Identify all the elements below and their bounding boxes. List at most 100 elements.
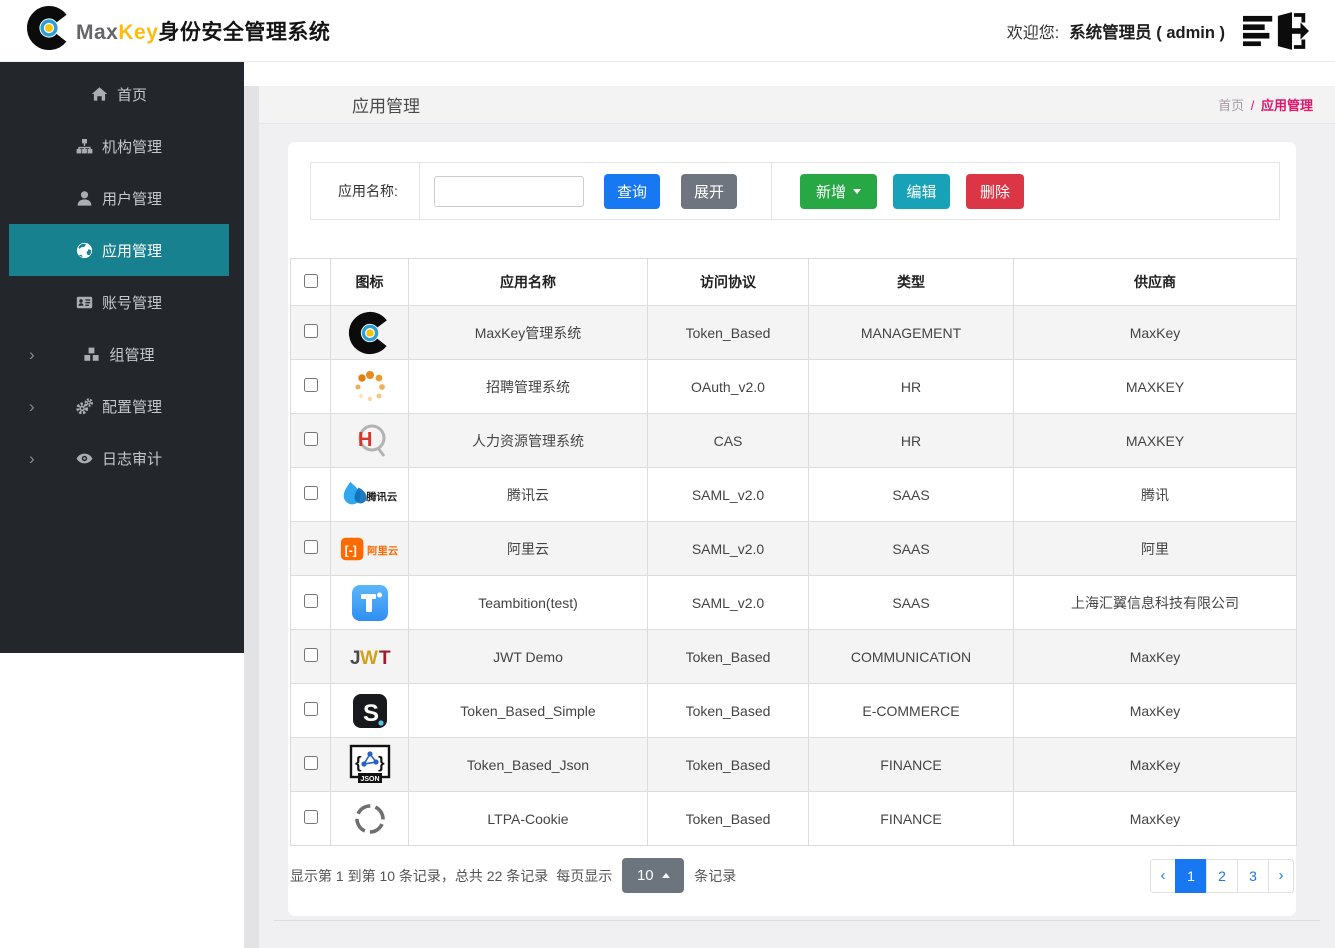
edit-button[interactable]: 编辑 [893,173,950,209]
sidebar-item-eye[interactable]: › 日志审计 [9,432,229,484]
title-bar: 应用管理 首页 / 应用管理 [259,86,1335,124]
s-app-icon: S [350,691,390,731]
vendor-cell: MAXKEY [1013,359,1297,414]
svg-text:阿里云: 阿里云 [367,545,398,557]
logout-icon[interactable] [1243,11,1309,50]
sidebar-item-home[interactable]: 首页 [9,68,229,120]
row-checkbox[interactable] [303,432,318,446]
sidebar-gutter [244,86,259,948]
row-checkbox[interactable] [303,810,318,824]
main-area: 应用管理 首页 / 应用管理 应用名称: 查询 展开 新增 编辑 删除 图标 应… [244,62,1335,948]
expand-button[interactable]: 展开 [681,173,737,209]
row-checkbox[interactable] [303,594,318,608]
table-row[interactable]: Teambition(test) SAML_v2.0 SAAS 上海汇翼信息科技有限公… [290,575,1297,630]
app-name-cell: 阿里云 [408,521,648,576]
delete-button[interactable]: 删除 [966,173,1024,209]
brand-key: Key [118,20,159,44]
row-select-cell [290,629,331,684]
add-button[interactable]: 新增 [800,173,877,209]
pagination-bar: 显示第 1 到第 10 条记录，总共 22 条记录 每页显示 10 条记录 ‹ 1… [290,846,1296,905]
row-checkbox[interactable] [303,540,318,554]
column-header: 类型 [808,258,1014,306]
vendor-cell: MaxKey [1013,791,1297,846]
vendor-cell: 阿里 [1013,521,1297,576]
protocol-cell: SAML_v2.0 [647,575,809,630]
sidebar-item-id-card[interactable]: 账号管理 [9,276,229,328]
category-cell: SAAS [808,521,1014,576]
app-name-cell: 招聘管理系统 [408,359,648,414]
gears-icon [76,397,93,415]
row-checkbox[interactable] [303,756,318,770]
hr-app-icon: H [349,420,391,462]
column-header: 访问协议 [647,258,809,306]
svg-text:腾讯云: 腾讯云 [365,490,397,503]
page-3-button[interactable]: 3 [1237,858,1269,893]
category-cell: FINANCE [808,791,1014,846]
row-select-cell [290,683,331,738]
row-select-cell [290,467,331,522]
breadcrumb-current: 应用管理 [1260,98,1313,113]
table-row[interactable]: MaxKey管理系统 Token_Based MANAGEMENT MaxKey [290,305,1297,360]
table-row[interactable]: 腾讯云 腾讯云 SAML_v2.0 SAAS 腾讯 [290,467,1297,522]
applications-table: 图标 应用名称 访问协议 类型 供应商 MaxKey管理系统 Token_Based MAN… [290,258,1297,846]
table-row[interactable]: [-] 阿里云 阿里云 SAML_v2.0 SAAS 阿里 [290,521,1297,576]
brand-suffix: 身份安全管理系统 [158,20,331,44]
row-select-cell [290,737,331,792]
table-header-row: 图标 应用名称 访问协议 类型 供应商 [290,258,1297,306]
table-row[interactable]: H 人力资源管理系统 CAS HR MAXKEY [290,413,1297,468]
vendor-cell: MaxKey [1013,305,1297,360]
chevron-right-icon: › [29,448,35,468]
protocol-cell: Token_Based [647,737,809,792]
sidebar-item-user[interactable]: 用户管理 [9,172,229,224]
maxkey-logo-icon [26,5,72,56]
page-title: 应用管理 [352,97,420,116]
tencent-cloud-icon: 腾讯云 [339,475,401,515]
app-icon-cell [330,575,409,630]
row-checkbox[interactable] [303,486,318,500]
toolbar-divider [771,163,772,219]
app-name-input[interactable] [434,175,584,207]
user-icon [76,190,93,207]
page-2-button[interactable]: 2 [1206,858,1238,893]
row-select-cell [290,575,331,630]
query-button[interactable]: 查询 [604,173,660,209]
sidebar-item-gears[interactable]: › 配置管理 [9,380,229,432]
table-row[interactable]: {} JSON Token_Based_Json Token_Based FINANCE… [290,737,1297,792]
table-row[interactable]: 招聘管理系统 OAuth_v2.0 HR MAXKEY [290,359,1297,414]
next-page-button[interactable]: › [1268,858,1294,893]
sidebar-item-cubes[interactable]: › 组管理 [9,328,229,380]
app-name-cell: 人力资源管理系统 [408,413,648,468]
row-select-cell [290,305,331,360]
app-management-card: 应用名称: 查询 展开 新增 编辑 删除 图标 应用名称 访问协议 类型 供应商… [288,142,1297,916]
row-checkbox[interactable] [303,702,318,716]
sidebar-item-label: 日志审计 [101,450,162,468]
breadcrumb-separator: / [1250,98,1255,113]
select-all-checkbox[interactable] [303,273,318,288]
brand: MaxKey身份安全管理系统 [26,5,330,56]
protocol-cell: Token_Based [647,791,809,846]
breadcrumb-home-link[interactable]: 首页 [1218,98,1244,113]
svg-text:{: { [355,753,362,772]
vendor-cell: MaxKey [1013,629,1297,684]
sidebar-item-globe[interactable]: 应用管理 [9,224,229,276]
table-row[interactable]: LTPA-Cookie Token_Based FINANCE MaxKey [290,791,1297,846]
eye-icon [76,450,93,467]
app-icon-cell [330,305,409,360]
app-header: MaxKey身份安全管理系统 欢迎您: 系统管理员 ( admin ) [0,0,1335,62]
page-1-button[interactable]: 1 [1175,858,1207,893]
row-checkbox[interactable] [303,648,318,662]
svg-text:S: S [363,700,379,727]
table-row[interactable]: J W T JWT Demo Token_Based COMMUNICATION MaxKe… [290,629,1297,684]
app-name-cell: 腾讯云 [408,467,648,522]
welcome-label: 欢迎您: [1006,24,1060,42]
table-row[interactable]: S Token_Based_Simple Token_Based E-COMMERCE… [290,683,1297,738]
app-icon-cell: S [330,683,409,738]
welcome-area: 欢迎您: 系统管理员 ( admin ) [1006,11,1309,50]
row-checkbox[interactable] [303,324,318,338]
prev-page-button[interactable]: ‹ [1150,858,1176,893]
sidebar-item-sitemap[interactable]: 机构管理 [9,120,229,172]
page-size-dropdown[interactable]: 10 [622,858,685,893]
row-checkbox[interactable] [303,378,318,392]
sidebar-item-label: 用户管理 [101,190,162,208]
sidebar-item-label: 配置管理 [101,398,162,416]
